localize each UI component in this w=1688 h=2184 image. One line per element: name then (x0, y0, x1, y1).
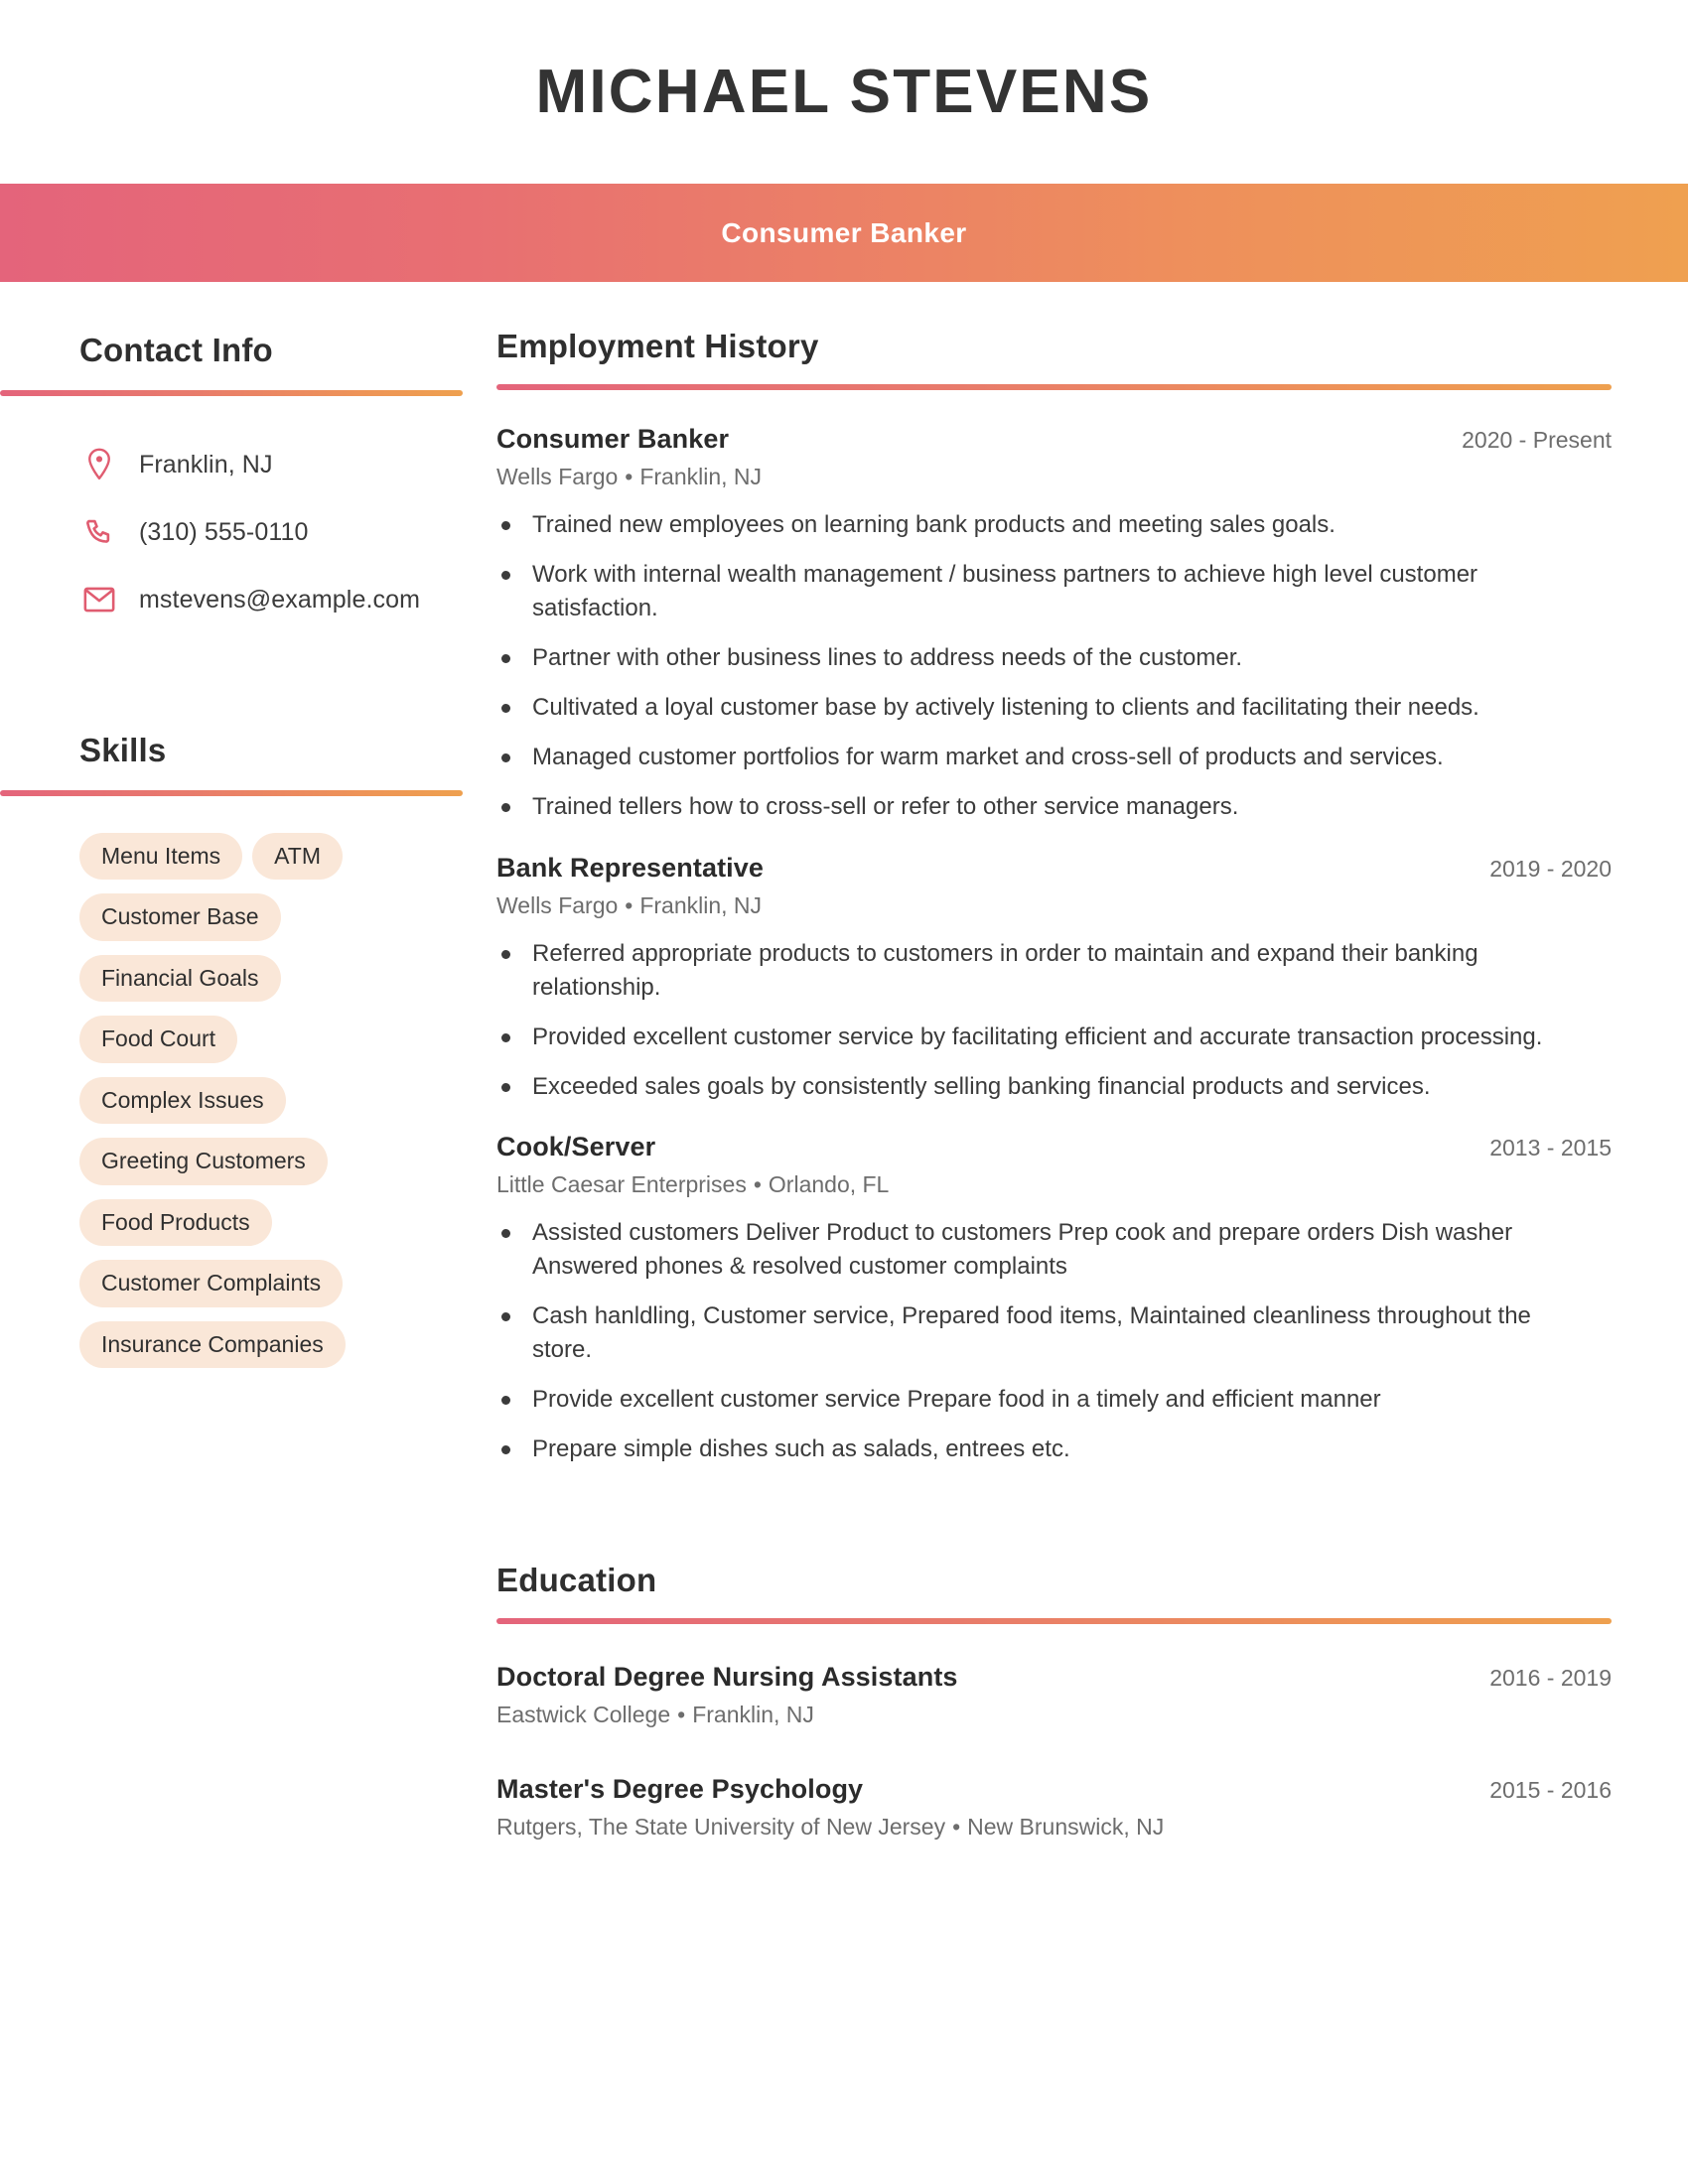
employment-entry: Consumer Banker 2020 - Present Wells Far… (496, 424, 1612, 825)
education-entry-dates: 2016 - 2019 (1489, 1665, 1612, 1692)
contact-info-section: Contact Info Franklin, NJ (310) 555-0110… (0, 332, 496, 633)
skills-divider (0, 790, 463, 796)
separator-bullet: • (753, 1170, 762, 1197)
page-title: MICHAEL STEVENS (535, 57, 1153, 126)
employment-entry-subtitle: Wells Fargo • Franklin, NJ (496, 464, 1612, 490)
contact-item-location[interactable]: Franklin, NJ (79, 431, 496, 498)
education-entry-head: Doctoral Degree Nursing Assistants 2016 … (496, 1662, 1612, 1693)
employment-entry-company: Wells Fargo (496, 891, 619, 918)
education-entry-degree: Doctoral Degree Nursing Assistants (496, 1662, 958, 1693)
employment-entry-dates: 2013 - 2015 (1489, 1134, 1612, 1160)
employment-entry-location: Franklin, NJ (639, 464, 763, 489)
bullet-item: Cultivated a loyal customer base by acti… (496, 691, 1544, 725)
separator-bullet: • (625, 891, 633, 918)
separator-bullet: • (625, 464, 633, 489)
employment-entry-head: Consumer Banker 2020 - Present (496, 424, 1612, 455)
employment-entry-title: Cook/Server (496, 1131, 656, 1161)
envelope-icon (79, 587, 119, 613)
bullet-item: Trained tellers how to cross-sell or ref… (496, 790, 1544, 824)
education-entry-location: New Brunswick, NJ (967, 1814, 1165, 1841)
contact-info-divider (0, 390, 463, 396)
contact-info-heading: Contact Info (79, 332, 273, 368)
education-entry-subtitle: Eastwick College • Franklin, NJ (496, 1702, 1612, 1728)
education-entry: Master's Degree Psychology 2015 - 2016 R… (496, 1774, 1612, 1841)
sidebar: Contact Info Franklin, NJ (310) 555-0110… (0, 282, 496, 1368)
employment-entries: Consumer Banker 2020 - Present Wells Far… (496, 424, 1612, 1466)
resume-header: MICHAEL STEVENS (0, 0, 1688, 184)
education-entry: Doctoral Degree Nursing Assistants 2016 … (496, 1662, 1612, 1728)
education-entry-subtitle: Rutgers, The State University of New Jer… (496, 1814, 1612, 1841)
contact-value-email: mstevens@example.com (139, 585, 421, 614)
employment-entry-location: Franklin, NJ (639, 891, 763, 918)
skill-pill[interactable]: Food Court (79, 1016, 238, 1063)
main-content: Employment History Consumer Banker 2020 … (496, 282, 1688, 1841)
employment-entry-head: Cook/Server 2013 - 2015 (496, 1132, 1612, 1162)
education-divider (496, 1618, 1612, 1625)
employment-entry-subtitle: Little Caesar Enterprises • Orlando, FL (496, 1171, 1612, 1198)
education-entry-dates: 2015 - 2016 (1489, 1777, 1612, 1804)
education-entries: Doctoral Degree Nursing Assistants 2016 … (496, 1662, 1612, 1841)
employment-entry-dates: 2019 - 2020 (1489, 855, 1612, 882)
bullet-item: Exceeded sales goals by consistently sel… (496, 1070, 1544, 1104)
job-title-text: Consumer Banker (721, 216, 967, 248)
bullet-item: Provide excellent customer service Prepa… (496, 1383, 1544, 1417)
contact-value-phone: (310) 555-0110 (139, 517, 309, 546)
employment-entry: Cook/Server 2013 - 2015 Little Caesar En… (496, 1132, 1612, 1466)
employment-history-section: Employment History Consumer Banker 2020 … (496, 328, 1612, 1466)
skill-pill[interactable]: ATM (252, 833, 343, 881)
contact-item-email[interactable]: mstevens@example.com (79, 566, 496, 633)
employment-entry-company: Little Caesar Enterprises (496, 1170, 747, 1197)
contact-list: Franklin, NJ (310) 555-0110 mstevens@exa… (0, 431, 496, 633)
employment-entry-title: Consumer Banker (496, 424, 730, 454)
job-title-banner: Consumer Banker (0, 184, 1688, 282)
bullet-item: Referred appropriate products to custome… (496, 937, 1544, 1005)
skill-pill[interactable]: Financial Goals (79, 954, 281, 1003)
bullet-item: Work with internal wealth management / b… (496, 558, 1544, 625)
contact-value-location: Franklin, NJ (139, 450, 273, 478)
education-entry-school: Rutgers, The State University of New Jer… (496, 1814, 946, 1841)
bullet-item: Assisted customers Deliver Product to cu… (496, 1216, 1544, 1284)
bullet-item: Managed customer portfolios for warm mar… (496, 741, 1544, 774)
bullet-item: Cash hanldling, Customer service, Prepar… (496, 1299, 1544, 1367)
skills-section: Skills Menu Items ATM Customer Base Fina… (0, 732, 496, 1368)
education-entry-head: Master's Degree Psychology 2015 - 2016 (496, 1774, 1612, 1805)
skill-pill[interactable]: Customer Base (79, 893, 281, 941)
employment-entry: Bank Representative 2019 - 2020 Wells Fa… (496, 853, 1612, 1104)
resume-body: Contact Info Franklin, NJ (310) 555-0110… (0, 282, 1688, 1841)
skill-pill[interactable]: Menu Items (79, 833, 243, 881)
bullet-item: Provided excellent customer service by f… (496, 1021, 1544, 1054)
employment-entry-dates: 2020 - Present (1462, 427, 1612, 453)
employment-entry-bullets: Referred appropriate products to custome… (496, 937, 1612, 1104)
employment-entry-head: Bank Representative 2019 - 2020 (496, 853, 1612, 884)
employment-entry-bullets: Assisted customers Deliver Product to cu… (496, 1216, 1612, 1466)
education-entry-location: Franklin, NJ (692, 1702, 814, 1728)
employment-entry-location: Orlando, FL (768, 1170, 890, 1197)
bullet-item: Trained new employees on learning bank p… (496, 508, 1544, 542)
skill-pill[interactable]: Complex Issues (79, 1076, 286, 1125)
skills-list: Menu Items ATM Customer Base Financial G… (0, 833, 417, 1368)
employment-entry-bullets: Trained new employees on learning bank p… (496, 508, 1612, 825)
skill-pill[interactable]: Greeting Customers (79, 1138, 328, 1185)
phone-icon (79, 517, 119, 547)
location-pin-icon (79, 448, 119, 481)
employment-history-heading: Employment History (496, 328, 819, 364)
separator-bullet: • (677, 1702, 686, 1728)
education-heading: Education (496, 1562, 657, 1599)
education-entry-degree: Master's Degree Psychology (496, 1774, 864, 1805)
education-section: Education Doctoral Degree Nursing Assist… (496, 1562, 1612, 1841)
bullet-item: Partner with other business lines to add… (496, 641, 1544, 675)
skills-heading: Skills (79, 732, 167, 768)
bullet-item: Prepare simple dishes such as salads, en… (496, 1433, 1544, 1466)
skill-pill[interactable]: Food Products (79, 1198, 272, 1247)
resume-page: MICHAEL STEVENS Consumer Banker Contact … (0, 0, 1688, 2184)
employment-entry-subtitle: Wells Fargo • Franklin, NJ (496, 892, 1612, 919)
employment-entry-title: Bank Representative (496, 852, 765, 883)
employment-history-divider (496, 384, 1612, 390)
contact-item-phone[interactable]: (310) 555-0110 (79, 498, 496, 566)
skill-pill[interactable]: Customer Complaints (79, 1260, 344, 1307)
skill-pill[interactable]: Insurance Companies (79, 1320, 346, 1368)
employment-entry-company: Wells Fargo (496, 464, 619, 489)
education-entry-school: Eastwick College (496, 1702, 671, 1728)
separator-bullet: • (952, 1814, 961, 1841)
